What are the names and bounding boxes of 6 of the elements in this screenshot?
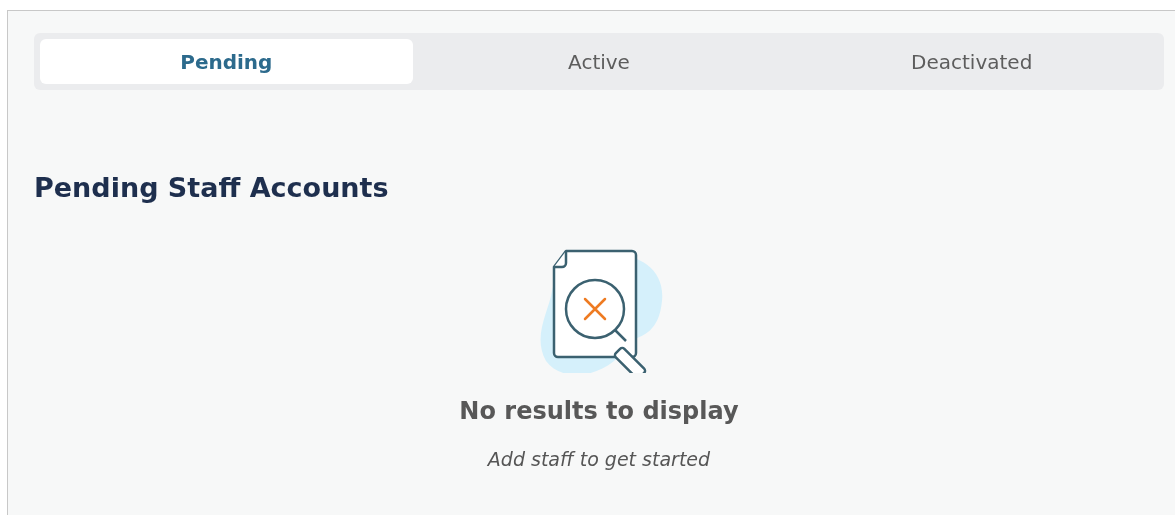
empty-state-title: No results to display [459, 396, 739, 427]
tab[interactable]: Active [412, 39, 786, 84]
tab[interactable]: Deactivated [785, 39, 1158, 84]
section-heading: Pending Staff Accounts [34, 171, 390, 205]
tab[interactable]: Pending [40, 39, 413, 84]
empty-state-message: Add staff to get started [487, 447, 711, 472]
